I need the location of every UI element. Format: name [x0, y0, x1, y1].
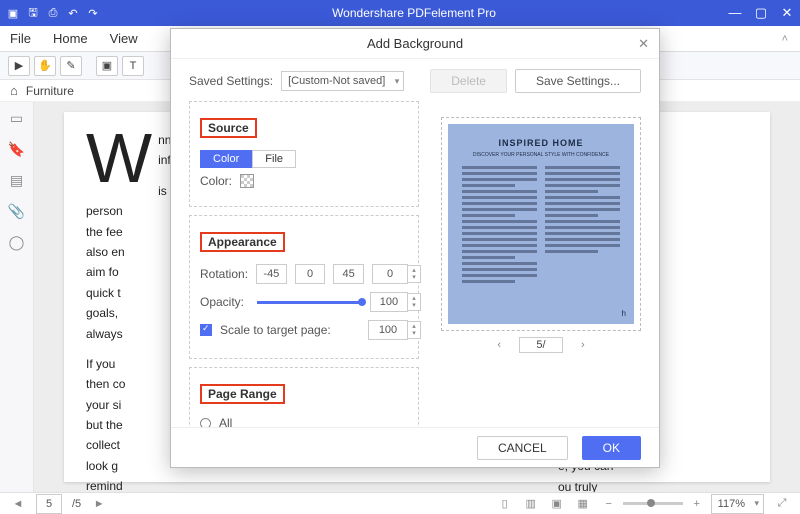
dialog-title-bar: Add Background ✕: [171, 29, 659, 59]
preview-next-icon[interactable]: ›: [581, 339, 585, 351]
delete-button[interactable]: Delete: [430, 69, 507, 93]
rotation-preset-0[interactable]: 0: [295, 264, 326, 284]
opacity-row: Opacity: 100: [200, 292, 408, 312]
color-label: Color:: [200, 174, 232, 188]
rotation-label: Rotation:: [200, 267, 248, 281]
hand-tool-icon[interactable]: ✋: [34, 56, 56, 76]
dialog-close-icon[interactable]: ✕: [638, 36, 649, 52]
page-total: /5: [72, 498, 81, 510]
text-tool-icon[interactable]: T: [122, 56, 144, 76]
view-single-icon[interactable]: ▯: [497, 497, 513, 510]
menu-home[interactable]: Home: [53, 31, 88, 46]
scale-label: Scale to target page:: [220, 323, 331, 337]
opacity-input[interactable]: 100: [370, 292, 408, 312]
comments-icon[interactable]: ▤: [10, 172, 23, 189]
rotation-row: Rotation: -45 0 45 0: [200, 264, 408, 284]
rotation-preset-45[interactable]: 45: [333, 264, 364, 284]
view-two-continuous-icon[interactable]: ▦: [575, 497, 591, 510]
tab-color[interactable]: Color: [200, 150, 252, 168]
view-two-icon[interactable]: ▣: [549, 497, 565, 510]
appearance-section: Appearance Rotation: -45 0 45 0 Opacity:…: [189, 215, 419, 359]
preview-page-input[interactable]: 5/: [519, 337, 563, 353]
preview-frame: INSPIRED HOME DISCOVER YOUR PERSONAL STY…: [441, 117, 641, 331]
undo-icon[interactable]: ↶: [66, 6, 80, 20]
maximize-icon[interactable]: ▢: [754, 5, 768, 21]
dialog-title: Add Background: [367, 36, 463, 51]
page-range-section: Page Range All Range: 5 of 5 e.g.(1,3,5,…: [189, 367, 419, 427]
preview-heading: INSPIRED HOME: [462, 138, 620, 148]
fullscreen-icon[interactable]: ⤢: [774, 497, 790, 510]
page-range-header: Page Range: [200, 384, 285, 404]
opacity-label: Opacity:: [200, 295, 249, 309]
opacity-slider[interactable]: [257, 301, 362, 304]
next-page-icon[interactable]: ►: [91, 498, 107, 510]
menu-file[interactable]: File: [10, 31, 31, 46]
saved-settings-select[interactable]: [Custom-Not saved]: [281, 71, 404, 91]
pointer-tool-icon[interactable]: ▶: [8, 56, 30, 76]
color-row: Color:: [200, 174, 408, 188]
save-settings-button[interactable]: Save Settings...: [515, 69, 641, 93]
side-panel: ▭ 🔖 ▤ 📎 ◯: [0, 102, 34, 492]
minimize-icon[interactable]: —: [728, 5, 742, 21]
home-icon[interactable]: ⌂: [10, 83, 18, 98]
source-header: Source: [200, 118, 257, 138]
menu-view[interactable]: View: [110, 31, 138, 46]
all-label: All: [219, 416, 232, 427]
color-swatch[interactable]: [240, 174, 254, 188]
all-row: All: [200, 416, 408, 427]
titlebar: ▣ 🖫 ⎙ ↶ ↷ Wondershare PDFelement Pro — ▢…: [0, 0, 800, 26]
search-icon[interactable]: ◯: [9, 234, 25, 251]
preview-page: INSPIRED HOME DISCOVER YOUR PERSONAL STY…: [448, 124, 634, 324]
dialog-body: Saved Settings: [Custom-Not saved] Delet…: [171, 59, 659, 427]
cancel-button[interactable]: CANCEL: [477, 436, 568, 460]
add-background-dialog: Add Background ✕ Saved Settings: [Custom…: [170, 28, 660, 468]
ok-button[interactable]: OK: [582, 436, 641, 460]
saved-settings-row: Saved Settings: [Custom-Not saved] Delet…: [189, 69, 641, 93]
attachments-icon[interactable]: 📎: [8, 203, 25, 220]
quick-access: ▣ 🖫 ⎙ ↶ ↷: [6, 6, 100, 20]
page-number-input[interactable]: 5: [36, 494, 62, 514]
collapse-ribbon-icon[interactable]: ˄: [782, 33, 788, 45]
breadcrumb-label: Furniture: [26, 84, 74, 98]
tab-file[interactable]: File: [252, 150, 296, 168]
image-tool-icon[interactable]: ▣: [96, 56, 118, 76]
zoom-out-icon[interactable]: −: [601, 498, 617, 510]
zoom-value-select[interactable]: 117%: [711, 494, 764, 514]
close-window-icon[interactable]: ✕: [780, 5, 794, 21]
bookmarks-icon[interactable]: 🔖: [8, 141, 25, 158]
appearance-header: Appearance: [200, 232, 285, 252]
thumbnails-icon[interactable]: ▭: [10, 110, 23, 127]
save-icon[interactable]: 🖫: [26, 6, 40, 20]
source-section: Source Color File Color:: [189, 101, 419, 207]
scale-checkbox[interactable]: [200, 324, 212, 336]
zoom-controls: − + 117%: [601, 494, 764, 514]
radio-all[interactable]: [200, 418, 211, 428]
zoom-in-icon[interactable]: +: [689, 498, 705, 510]
statusbar: ◄ 5 /5 ► ▯ ▥ ▣ ▦ − + 117% ⤢: [0, 492, 800, 514]
preview-prev-icon[interactable]: ‹: [497, 339, 501, 351]
window-controls: — ▢ ✕: [728, 5, 794, 21]
edit-tool-icon[interactable]: ✎: [60, 56, 82, 76]
preview-subheading: DISCOVER YOUR PERSONAL STYLE WITH CONFID…: [462, 152, 620, 158]
preview-nav: ‹ 5/ ›: [441, 337, 641, 353]
rotation-preset-neg45[interactable]: -45: [256, 264, 287, 284]
dialog-left-pane: Source Color File Color: Appearance Rota…: [189, 101, 419, 427]
saved-settings-label: Saved Settings:: [189, 74, 273, 88]
prev-page-icon[interactable]: ◄: [10, 498, 26, 510]
app-title: Wondershare PDFelement Pro: [100, 6, 728, 20]
preview-pane: INSPIRED HOME DISCOVER YOUR PERSONAL STY…: [441, 117, 641, 353]
rotation-input[interactable]: 0: [372, 264, 408, 284]
dropcap: W: [86, 130, 158, 186]
scale-row: Scale to target page: 100: [200, 320, 408, 340]
source-tabs: Color File: [200, 150, 408, 168]
print-icon[interactable]: ⎙: [46, 6, 60, 20]
dialog-footer: CANCEL OK: [171, 427, 659, 467]
scale-input[interactable]: 100: [368, 320, 408, 340]
preview-corner: h: [622, 309, 626, 318]
app-icon: ▣: [6, 6, 20, 20]
zoom-slider[interactable]: [623, 502, 683, 505]
redo-icon[interactable]: ↷: [86, 6, 100, 20]
view-continuous-icon[interactable]: ▥: [523, 497, 539, 510]
